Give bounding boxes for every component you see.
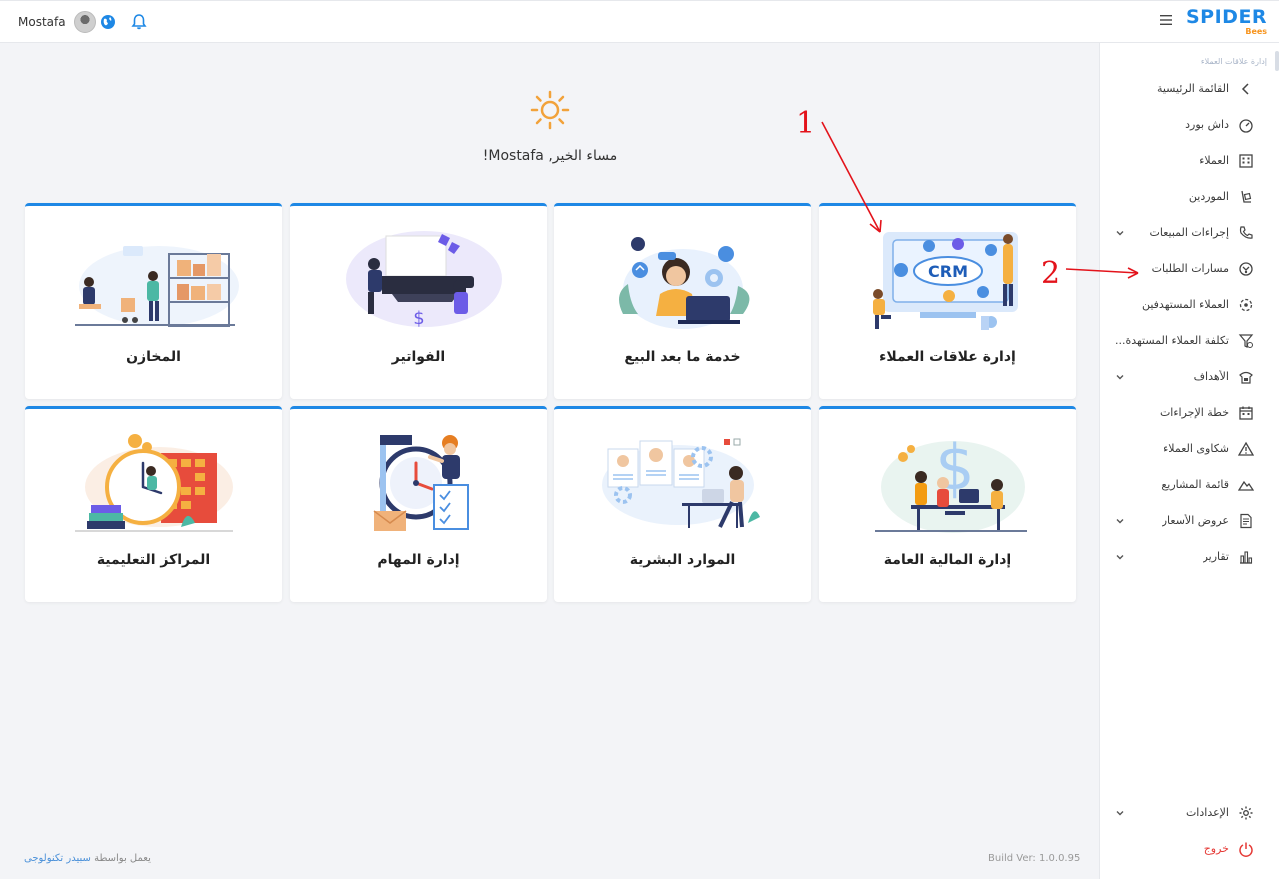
education-illustration-icon [75,434,233,532]
powered-by: يعمل بواسطة سبيدر تكنولوجى [24,853,151,864]
support-illustration-icon [619,237,750,329]
sun-icon [530,90,570,130]
crm-art-text: CRM [928,262,968,281]
brand-sub: Bees [1245,27,1268,36]
chevron-down-icon[interactable] [1115,228,1125,238]
sidebar-breadcrumb: إدارة علاقات العملاء [1200,57,1267,66]
sidebar-item-quotations[interactable]: عروض الأسعار [1099,503,1279,539]
module-card-after-sales[interactable]: خدمة ما بعد البيع [554,203,811,399]
sidebar-item-label: تكلفة العملاء المستهدة... [1114,334,1229,347]
power-icon [1239,842,1253,857]
finance-illustration-icon: $ [875,431,1027,533]
chevron-down-icon[interactable] [1115,808,1125,818]
tasks-illustration-icon [373,435,469,531]
avatar[interactable] [73,11,96,33]
card-title: إدارة علاقات العملاء [879,349,1016,365]
card-title: إدارة المالية العامة [883,552,1012,568]
crm-illustration-icon: CRM [873,232,1018,330]
sidebar-item-sales-actions[interactable]: إجراءات المبيعات [1099,215,1279,251]
greeting: مساء الخير, Mostafa! [482,148,618,164]
building-icon [1239,154,1253,168]
warning-icon [1238,441,1254,456]
powered-prefix: يعمل بواسطة [94,853,151,864]
sidebar-item-label: عروض الأسعار [1161,514,1229,527]
sidebar-item-label: تقارير [1202,550,1229,563]
sidebar-item-complaints[interactable]: شكاوى العملاء [1099,431,1279,467]
card-title: المخازن [126,349,181,365]
menu-toggle-icon[interactable] [1160,14,1172,26]
bell-icon[interactable] [130,13,148,31]
chevron-down-icon[interactable] [1115,372,1125,382]
sidebar: إدارة علاقات العملاء القائمة الرئيسية دا… [1099,43,1279,879]
sidebar-item-label: قائمة المشاريع [1161,478,1229,491]
module-card-warehouses[interactable]: المخازن [25,203,282,399]
sidebar-item-order-paths[interactable]: مسارات الطلبات [1099,251,1279,287]
sidebar-item-label: إجراءات المبيعات [1149,226,1229,239]
sidebar-item-settings[interactable]: الإعدادات [1099,795,1279,831]
bar-chart-icon [1240,551,1253,564]
gauge-icon [1239,119,1253,133]
calendar-icon [1239,406,1253,420]
sidebar-item-target-customers[interactable]: العملاء المستهدفين [1099,287,1279,323]
build-version: Build Ver: 1.0.0.95 [988,853,1081,864]
module-card-education[interactable]: المراكز التعليمية [25,406,282,602]
sidebar-item-label: شكاوى العملاء [1163,442,1229,455]
gear-icon [1239,806,1253,820]
card-title: إدارة المهام [377,552,460,568]
route-icon [1239,262,1253,276]
goals-icon [1239,371,1253,384]
sidebar-item-action-plan[interactable]: خطة الإجراءات [1099,395,1279,431]
chevron-down-icon[interactable] [1115,516,1125,526]
sidebar-item-label: الموردين [1188,190,1229,203]
sidebar-item-label: الإعدادات [1185,806,1229,819]
card-title: الموارد البشرية [629,552,736,568]
sidebar-item-goals[interactable]: الأهداف [1099,359,1279,395]
user-name[interactable]: Mostafa [18,15,66,29]
sidebar-item-suppliers[interactable]: الموردين [1099,179,1279,215]
user-menu[interactable]: Mostafa [18,11,96,33]
target-users-icon [1239,298,1253,312]
mountain-icon [1238,480,1254,491]
powered-brand-link[interactable]: سبيدر تكنولوجى [24,853,91,864]
sidebar-item-label: الأهداف [1193,370,1229,383]
sidebar-item-label: العملاء [1199,154,1229,167]
sidebar-item-label: العملاء المستهدفين [1141,298,1229,311]
card-title: الفواتير [391,349,446,365]
module-card-finance[interactable]: $ إدارة المالية العامة [819,406,1076,602]
chevron-down-icon[interactable] [1115,552,1125,562]
chevron-left-icon [1241,83,1249,95]
hr-illustration-icon [602,438,760,528]
module-card-crm[interactable]: CRM إدارة علاقات العملاء [819,203,1076,399]
quote-doc-icon [1240,513,1252,529]
sidebar-item-label: داش بورد [1185,118,1229,131]
brand-name: SPIDER [1186,6,1268,28]
warehouse-illustration-icon [75,246,239,327]
sidebar-scrollbar[interactable] [1275,51,1279,71]
module-card-tasks[interactable]: إدارة المهام [290,406,547,602]
top-bar: Mostafa SPIDER Bees [0,0,1279,43]
module-card-invoices[interactable]: $ الفواتير [290,203,547,399]
funnel-dollar-icon [1238,334,1254,348]
sidebar-item-customers[interactable]: العملاء [1099,143,1279,179]
svg-text:$: $ [413,308,424,329]
dolly-icon [1241,190,1252,203]
annotation-marker-1: 1 [796,106,815,141]
sidebar-item-target-cost[interactable]: تكلفة العملاء المستهدة... [1099,323,1279,359]
brand-logo[interactable]: SPIDER Bees [1186,6,1268,37]
sidebar-item-label: خروج [1203,842,1229,855]
card-title: المراكز التعليمية [96,552,211,568]
sidebar-item-logout[interactable]: خروج [1099,831,1279,867]
sidebar-item-dashboard[interactable]: داش بورد [1099,107,1279,143]
phone-icon [1239,226,1253,239]
invoice-illustration-icon: $ [346,231,502,329]
card-title: خدمة ما بعد البيع [624,349,741,365]
sidebar-item-label: القائمة الرئيسية [1156,82,1229,95]
sidebar-item-projects[interactable]: قائمة المشاريع [1099,467,1279,503]
sidebar-item-main-menu[interactable]: القائمة الرئيسية [1099,71,1279,107]
sidebar-item-label: مسارات الطلبات [1151,262,1229,275]
module-card-hr[interactable]: الموارد البشرية [554,406,811,602]
sidebar-item-label: خطة الإجراءات [1159,406,1229,419]
sidebar-item-reports[interactable]: تقارير [1099,539,1279,575]
globe-icon[interactable] [99,13,117,31]
